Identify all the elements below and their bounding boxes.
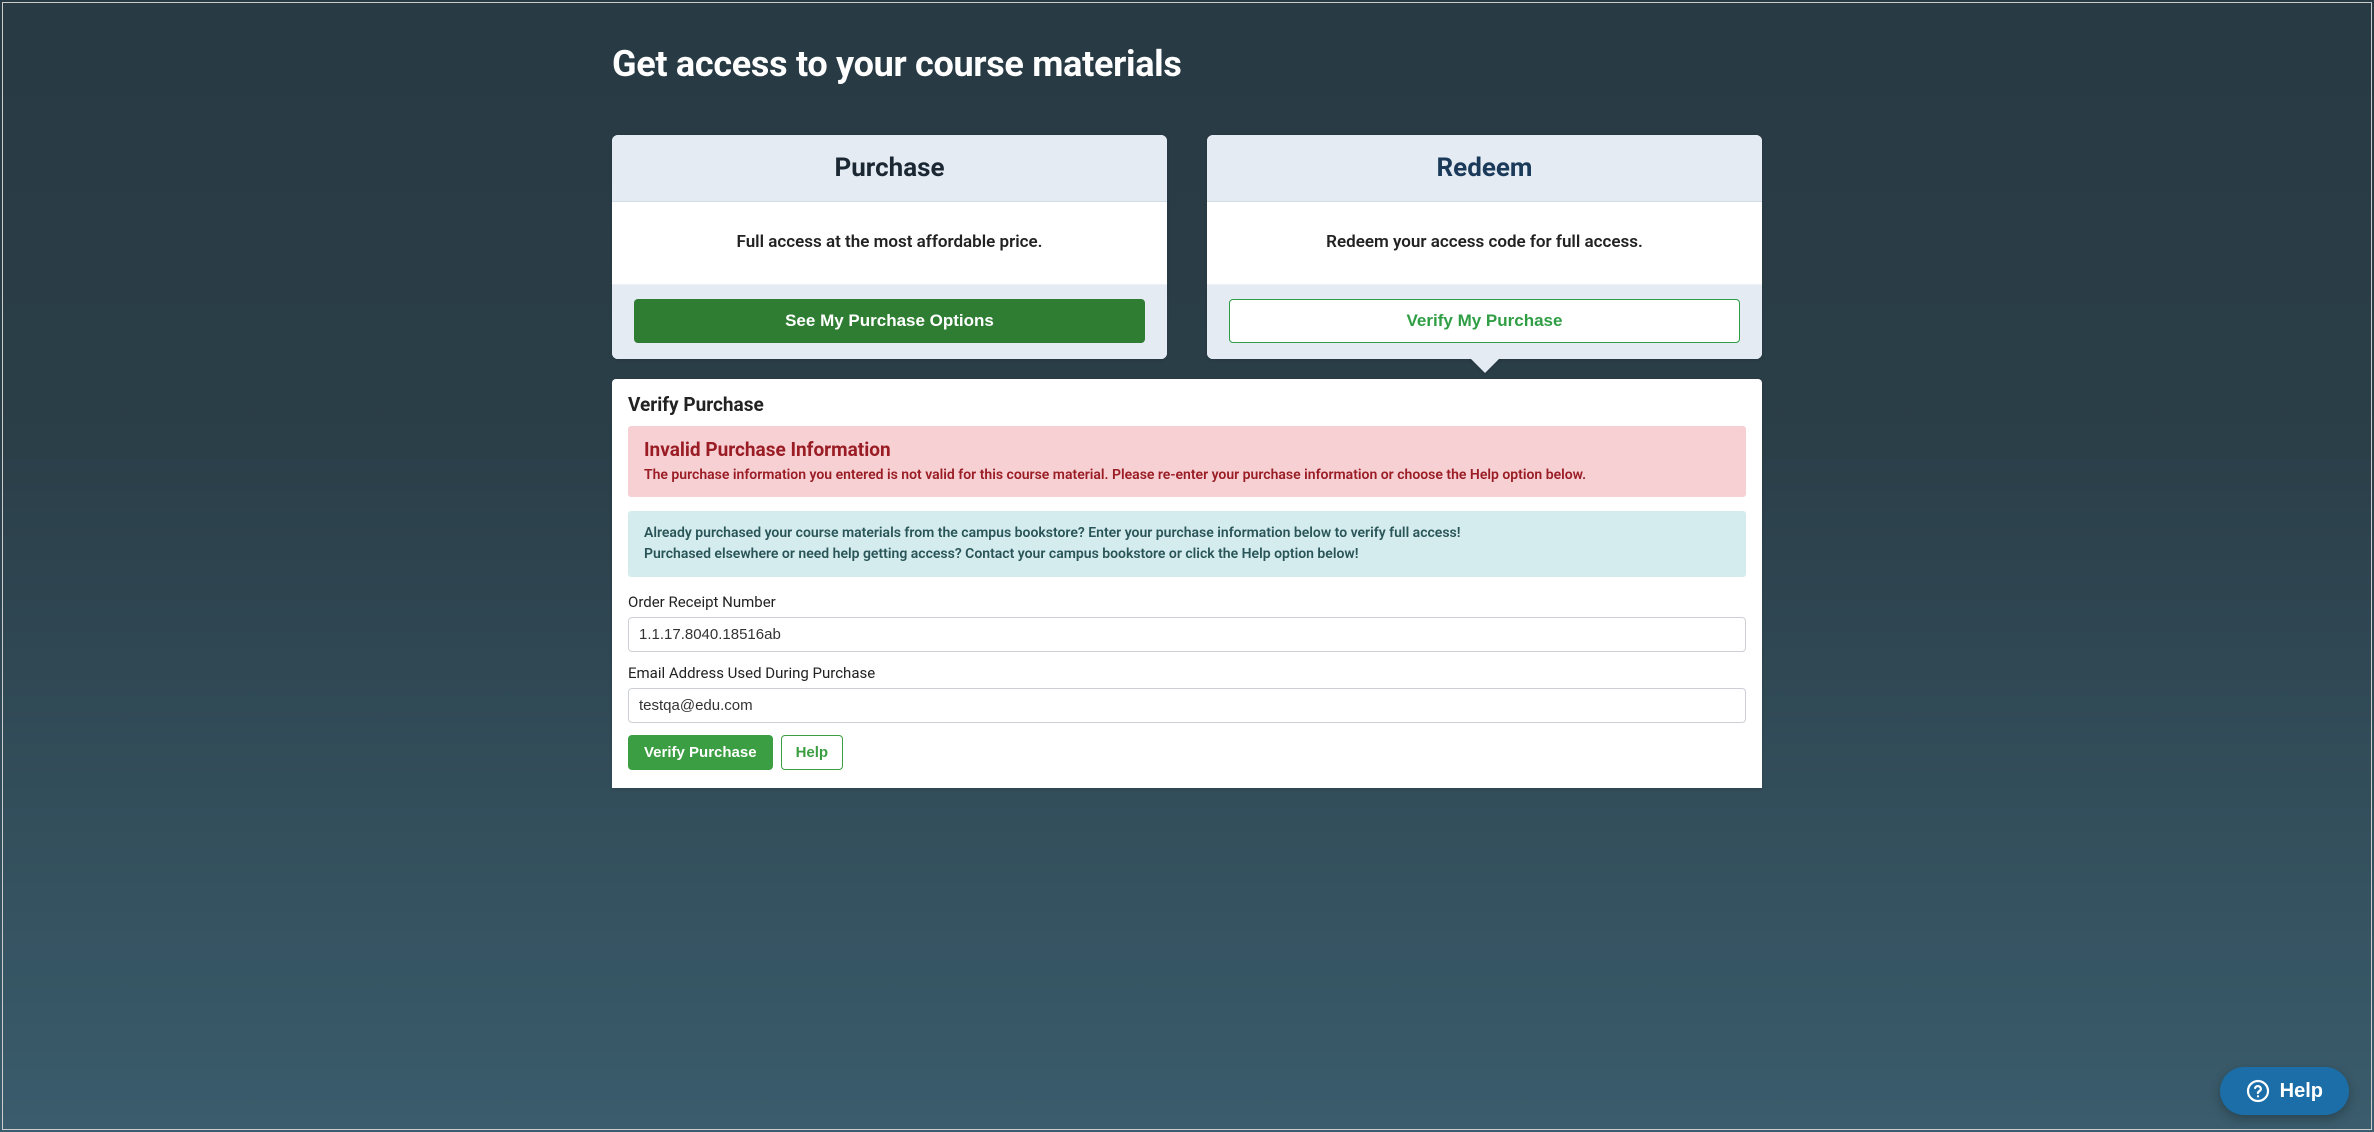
verify-purchase-panel: Verify Purchase Invalid Purchase Informa… bbox=[612, 379, 1762, 788]
order-receipt-group: Order Receipt Number bbox=[628, 593, 1746, 652]
order-receipt-input[interactable] bbox=[628, 617, 1746, 652]
help-circle-icon bbox=[2246, 1079, 2270, 1103]
error-alert: Invalid Purchase Information The purchas… bbox=[628, 426, 1746, 497]
verify-purchase-button[interactable]: Verify Purchase bbox=[628, 735, 773, 770]
redeem-card-footer: Verify My Purchase bbox=[1207, 285, 1762, 359]
form-actions: Verify Purchase Help bbox=[628, 735, 1746, 770]
order-receipt-label: Order Receipt Number bbox=[628, 593, 1746, 611]
help-widget[interactable]: Help bbox=[2220, 1067, 2349, 1115]
error-alert-text: The purchase information you entered is … bbox=[644, 467, 1730, 483]
purchase-card: Purchase Full access at the most afforda… bbox=[612, 135, 1167, 359]
redeem-card-title: Redeem bbox=[1437, 153, 1533, 183]
info-alert-line2: Purchased elsewhere or need help getting… bbox=[644, 544, 1730, 565]
email-input[interactable] bbox=[628, 688, 1746, 723]
help-button[interactable]: Help bbox=[781, 735, 844, 770]
help-widget-label: Help bbox=[2280, 1080, 2323, 1103]
info-alert-line1: Already purchased your course materials … bbox=[644, 523, 1730, 544]
page-title: Get access to your course materials bbox=[612, 43, 1762, 85]
redeem-card-header: Redeem bbox=[1207, 135, 1762, 202]
error-alert-title: Invalid Purchase Information bbox=[644, 438, 1730, 461]
verify-my-purchase-button[interactable]: Verify My Purchase bbox=[1229, 299, 1740, 343]
see-purchase-options-button[interactable]: See My Purchase Options bbox=[634, 299, 1145, 343]
cards-row: Purchase Full access at the most afforda… bbox=[612, 135, 1762, 359]
purchase-card-footer: See My Purchase Options bbox=[612, 285, 1167, 359]
redeem-card: Redeem Redeem your access code for full … bbox=[1207, 135, 1762, 359]
redeem-card-subtitle: Redeem your access code for full access. bbox=[1207, 202, 1762, 285]
email-group: Email Address Used During Purchase bbox=[628, 664, 1746, 723]
purchase-card-subtitle: Full access at the most affordable price… bbox=[612, 202, 1167, 285]
purchase-card-title: Purchase bbox=[834, 153, 944, 183]
email-label: Email Address Used During Purchase bbox=[628, 664, 1746, 682]
verify-purchase-heading: Verify Purchase bbox=[628, 393, 1746, 416]
purchase-card-header: Purchase bbox=[612, 135, 1167, 202]
info-alert: Already purchased your course materials … bbox=[628, 511, 1746, 577]
